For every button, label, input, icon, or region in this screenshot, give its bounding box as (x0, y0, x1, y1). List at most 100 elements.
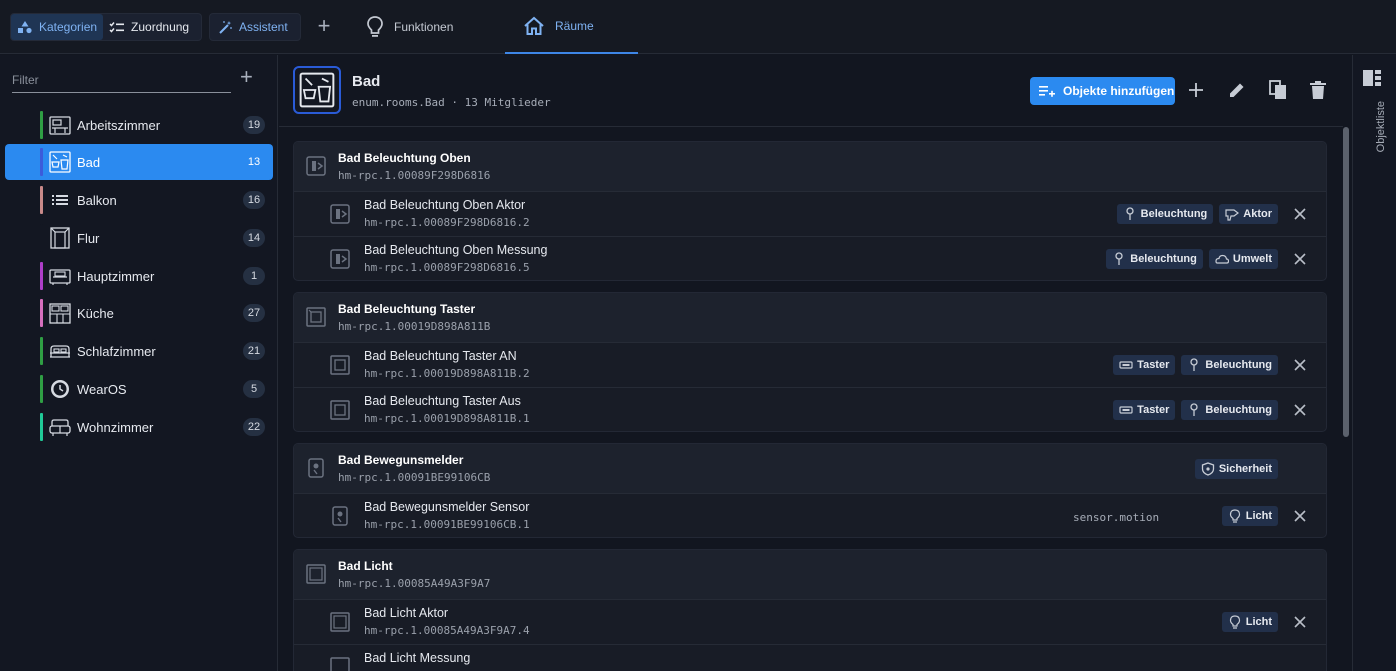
chip-label: Taster (1137, 404, 1170, 416)
kitchen-icon (49, 303, 71, 324)
room-name: Arbeitszimmer (77, 118, 161, 133)
device-group: Bad Beleuchtung Taster hm-rpc.1.00019D89… (293, 292, 1327, 432)
lightbulb-icon (367, 16, 383, 37)
copy-icon[interactable] (1267, 79, 1289, 101)
chip-aktor[interactable]: Aktor (1219, 204, 1278, 224)
chip-taster[interactable]: Taster (1113, 400, 1176, 420)
function-chips: Taster Beleuchtung (1113, 400, 1278, 420)
switch-box-icon (306, 564, 326, 584)
group-title: Bad Licht (338, 559, 393, 573)
chip-label: Beleuchtung (1205, 359, 1272, 371)
room-avatar (293, 66, 341, 114)
home-icon (524, 16, 544, 35)
playlist-add-icon (1039, 86, 1055, 97)
sidebar-item-hauptzimmer[interactable]: Hauptzimmer 1 (5, 258, 273, 294)
room-member-count: 16 (243, 191, 265, 209)
sidebar-item-kueche[interactable]: Küche 27 (5, 295, 273, 331)
add-room-icon[interactable]: + (240, 65, 253, 89)
delete-icon[interactable] (1307, 79, 1329, 101)
room-name: Hauptzimmer (77, 269, 155, 284)
chip-beleuchtung[interactable]: Beleuchtung (1116, 204, 1214, 224)
object-row[interactable]: Bad Licht Aktor hm-rpc.1.00085A49A3F9A7.… (294, 599, 1326, 644)
remove-icon[interactable] (1290, 506, 1310, 526)
group-title: Bad Bewegunsmelder (338, 453, 464, 467)
sofa-icon (49, 419, 71, 436)
chip-label: Beleuchtung (1205, 404, 1272, 416)
object-title: Bad Beleuchtung Oben Messung (364, 243, 548, 257)
light-switch-icon (306, 156, 326, 176)
assistant-button[interactable]: Assistent (209, 13, 301, 41)
object-row[interactable]: Bad Licht Messung (294, 644, 1326, 671)
object-title: Bad Beleuchtung Taster Aus (364, 394, 521, 408)
sidebar-item-arbeitszimmer[interactable]: Arbeitszimmer 19 (5, 107, 273, 143)
remove-icon[interactable] (1290, 204, 1310, 224)
sidebar-item-wearos[interactable]: WearOS 5 (5, 371, 273, 407)
lightbulb-icon (1229, 509, 1240, 523)
group-header[interactable]: Bad Licht hm-rpc.1.00085A49A3F9A7 (294, 550, 1326, 599)
add-icon[interactable] (1185, 79, 1207, 101)
object-row[interactable]: Bad Beleuchtung Taster AN hm-rpc.1.00019… (294, 342, 1326, 387)
lamp-icon (1190, 358, 1199, 371)
room-color-bar (40, 413, 43, 441)
room-name: WearOS (77, 382, 127, 397)
chip-beleuchtung[interactable]: Beleuchtung (1181, 355, 1278, 375)
sidebar-item-wohnzimmer[interactable]: Wohnzimmer 22 (5, 409, 273, 445)
object-row[interactable]: Bad Beleuchtung Taster Aus hm-rpc.1.0001… (294, 387, 1326, 431)
object-row[interactable]: Bad Beleuchtung Oben Aktor hm-rpc.1.0008… (294, 191, 1326, 236)
room-member-count: 13 (247, 156, 261, 168)
chip-umwelt[interactable]: Umwelt (1208, 249, 1278, 269)
chip-label: Licht (1245, 510, 1272, 522)
chip-licht[interactable]: Licht (1221, 506, 1278, 526)
function-chips: Licht (1221, 506, 1278, 526)
scrollbar-thumb[interactable] (1343, 127, 1349, 437)
remove-icon[interactable] (1290, 249, 1310, 269)
object-id: hm-rpc.1.00091BE99106CB.1 (364, 518, 530, 531)
filter-input[interactable] (12, 69, 231, 91)
group-header[interactable]: Bad Beleuchtung Oben hm-rpc.1.00089F298D… (294, 142, 1326, 191)
remove-icon[interactable] (1290, 612, 1310, 632)
room-member-count: 14 (243, 229, 265, 247)
sidebar-item-balkon[interactable]: Balkon 16 (5, 182, 273, 218)
function-chips: Licht (1221, 612, 1278, 632)
wall-switch-icon (306, 307, 326, 327)
room-name: Küche (77, 306, 114, 321)
view-toggle-group: Kategorien Zuordnung (10, 13, 202, 41)
tab-rooms[interactable]: Räume (505, 0, 638, 54)
sidebar-item-flur[interactable]: Flur 14 (5, 220, 273, 256)
sidebar-item-bad[interactable]: Bad 13 (5, 144, 273, 180)
categories-label: Kategorien (39, 20, 98, 34)
button-icon (1119, 406, 1133, 414)
chip-beleuchtung[interactable]: Beleuchtung (1181, 400, 1278, 420)
sidebar-item-schlafzimmer[interactable]: Schlafzimmer 21 (5, 333, 273, 369)
group-header[interactable]: Bad Beleuchtung Taster hm-rpc.1.00019D89… (294, 293, 1326, 342)
room-member-count: 1 (243, 267, 265, 285)
desk-icon (49, 116, 71, 135)
categories-icon (18, 21, 32, 34)
add-objects-label: Objekte hinzufügen (1063, 84, 1175, 98)
remove-icon[interactable] (1290, 400, 1310, 420)
add-objects-button[interactable]: Objekte hinzufügen (1030, 77, 1175, 105)
room-color-bar (40, 111, 43, 139)
add-icon[interactable]: + (313, 15, 335, 39)
categories-button[interactable]: Kategorien (11, 14, 104, 40)
chip-beleuchtung[interactable]: Beleuchtung (1106, 249, 1203, 269)
room-color-bar (40, 337, 43, 365)
group-header[interactable]: Bad Bewegunsmelder hm-rpc.1.00091BE99106… (294, 444, 1326, 493)
assignment-button[interactable]: Zuordnung (103, 14, 195, 40)
tab-functions[interactable]: Funktionen (366, 0, 453, 54)
chip-sicherheit[interactable]: Sicherheit (1194, 459, 1278, 479)
edit-icon[interactable] (1226, 79, 1248, 101)
object-title: Bad Bewegunsmelder Sensor (364, 500, 530, 514)
object-list-rail[interactable]: Objektliste (1352, 55, 1396, 671)
remove-icon[interactable] (1290, 355, 1310, 375)
object-row[interactable]: Bad Beleuchtung Oben Messung hm-rpc.1.00… (294, 236, 1326, 280)
light-switch-icon (330, 204, 350, 224)
chip-licht[interactable]: Licht (1221, 612, 1278, 632)
chip-taster[interactable]: Taster (1113, 355, 1176, 375)
room-member-count: 21 (243, 342, 265, 360)
room-name: Flur (77, 231, 100, 246)
room-color-bar (40, 186, 43, 214)
object-row[interactable]: Bad Bewegunsmelder Sensor hm-rpc.1.00091… (294, 493, 1326, 537)
object-list-label: Objektliste (1375, 101, 1387, 153)
group-id: hm-rpc.1.00091BE99106CB (338, 471, 491, 484)
